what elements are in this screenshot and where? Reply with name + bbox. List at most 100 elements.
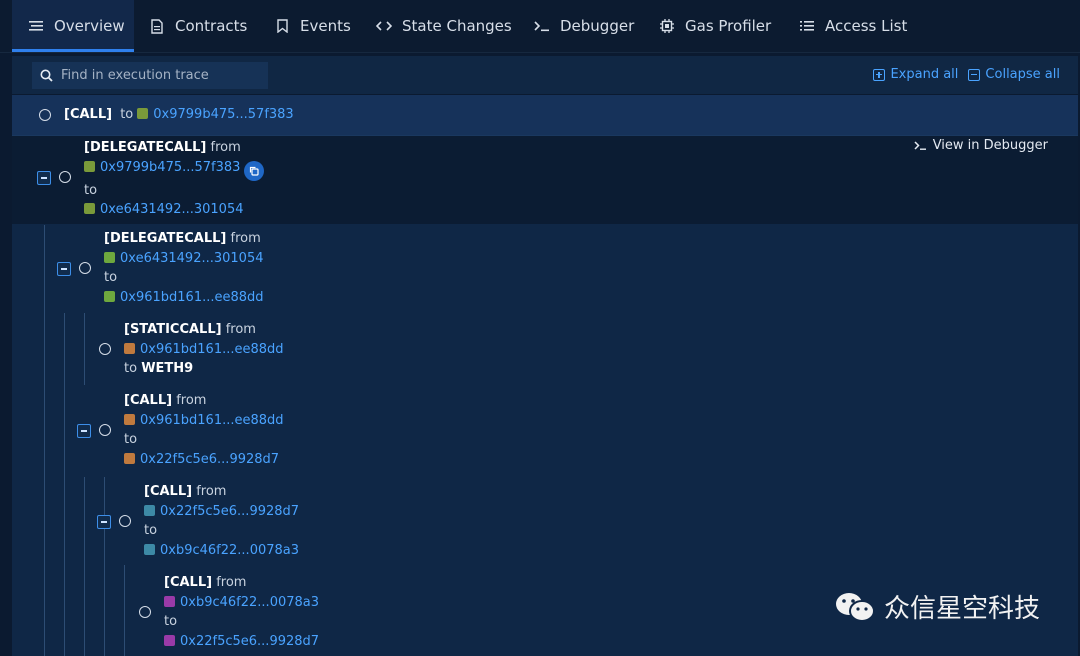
address-identicon (144, 504, 155, 516)
tab-contracts[interactable]: Contracts (149, 0, 247, 52)
node-circle-icon[interactable] (99, 424, 111, 436)
tab-label: Contracts (175, 17, 248, 35)
to-label: to (84, 182, 98, 198)
address-identicon (137, 108, 149, 119)
to-address[interactable]: 0x22f5c5e6...9928d7 (180, 634, 319, 649)
tab-debugger[interactable]: Debugger (534, 0, 634, 52)
tab-events[interactable]: Events (274, 0, 351, 52)
address-identicon (84, 203, 95, 214)
collapse-toggle-icon[interactable] (77, 424, 91, 438)
bookmark-icon (274, 18, 290, 34)
view-in-debugger-label: View in Debugger (932, 138, 1048, 153)
tab-label: State Changes (402, 17, 512, 35)
call-kind: [CALL] (164, 575, 213, 590)
watermark-text: 众信星空科技 (884, 594, 1041, 624)
tree-guide-line (44, 225, 45, 656)
list-icon (28, 18, 44, 34)
tab-state-changes[interactable]: State Changes (376, 0, 512, 52)
from-label: from (196, 484, 227, 499)
terminal-icon (534, 18, 550, 34)
copy-icon (250, 166, 260, 176)
trace-node[interactable]: [DELEGATECALL] from 0xe6431492...301054 … (104, 229, 264, 307)
watermark: 众信星空科技 (834, 588, 1040, 625)
expand-all-label: Expand all (890, 67, 959, 82)
trace-node[interactable]: [CALL] from 0x961bd161...ee88dd to 0x22f… (124, 391, 284, 469)
collapse-toggle-icon[interactable] (57, 262, 71, 276)
from-label: from (216, 575, 247, 590)
tab-gas-profiler[interactable]: Gas Profiler (659, 0, 771, 52)
collapse-toggle-icon[interactable] (97, 515, 111, 529)
trace-node[interactable]: [CALL] from 0x22f5c5e6...9928d7 to 0xb9c… (144, 482, 299, 560)
code-icon (376, 18, 392, 34)
tab-label: Debugger (560, 17, 635, 35)
to-label: to (124, 432, 138, 447)
address-identicon (144, 543, 155, 555)
from-label: from (230, 231, 261, 246)
tab-access-list[interactable]: Access List (799, 0, 907, 52)
expand-collapse-tools: Expand all Collapse all (873, 67, 1060, 82)
to-label: to (164, 614, 178, 629)
tab-overview[interactable]: Overview (12, 0, 134, 52)
from-address[interactable]: 0x9799b475...57f383 (100, 160, 240, 175)
terminal-icon (914, 140, 926, 150)
trace-node[interactable]: [CALL] to 0x9799b475...57f383 (64, 105, 294, 125)
from-address[interactable]: 0xb9c46f22...0078a3 (180, 595, 319, 610)
node-circle-icon[interactable] (59, 171, 71, 183)
tab-label: Overview (54, 17, 125, 35)
node-circle-icon[interactable] (99, 343, 111, 355)
minus-square-icon (968, 68, 981, 81)
from-address[interactable]: 0x961bd161...ee88dd (140, 413, 284, 428)
collapse-toggle-icon[interactable] (37, 171, 51, 185)
tree-guide-line (84, 477, 85, 656)
address-identicon (164, 595, 175, 607)
trace-toolbar: Expand all Collapse all (12, 56, 1078, 94)
to-address[interactable]: 0xe6431492...301054 (100, 202, 243, 217)
from-label: from (225, 322, 256, 337)
expand-all-button[interactable]: Expand all (873, 67, 958, 82)
from-address[interactable]: 0xe6431492...301054 (120, 251, 263, 266)
trace-node[interactable]: [CALL] from 0xb9c46f22...0078a3 to 0x22f… (164, 573, 319, 651)
list-bullets-icon (799, 18, 815, 34)
tab-label: Access List (825, 17, 908, 35)
collapse-all-label: Collapse all (985, 67, 1060, 82)
trace-node[interactable]: [STATICCALL] from 0x961bd161...ee88dd to… (124, 320, 284, 379)
document-icon (149, 18, 165, 34)
wechat-icon (836, 592, 875, 622)
address-identicon (104, 251, 115, 263)
tree-guide-line (124, 565, 125, 656)
node-circle-icon[interactable] (139, 606, 151, 618)
node-circle-icon[interactable] (79, 262, 91, 274)
node-circle-icon[interactable] (39, 109, 51, 121)
call-kind: [CALL] (144, 484, 193, 499)
address-identicon (124, 413, 135, 425)
to-address[interactable]: 0x961bd161...ee88dd (120, 290, 264, 305)
from-address[interactable]: 0x961bd161...ee88dd (140, 342, 284, 357)
from-address[interactable]: 0x22f5c5e6...9928d7 (160, 504, 299, 519)
tree-guide-line (64, 313, 65, 656)
copy-button[interactable] (244, 160, 265, 181)
trace-node[interactable]: [DELEGATECALL] from 0x9799b475...57f383 … (84, 138, 265, 220)
tab-bar: Overview Contracts Events State Changes … (0, 0, 1080, 53)
to-address[interactable]: 0xb9c46f22...0078a3 (160, 543, 299, 558)
to-label: to (104, 270, 118, 285)
to-address[interactable]: 0x9799b475...57f383 (153, 107, 293, 122)
from-label: from (210, 140, 241, 155)
search-input[interactable] (61, 68, 261, 83)
collapse-all-button[interactable]: Collapse all (968, 67, 1060, 82)
call-kind: [DELEGATECALL] (84, 140, 207, 155)
address-identicon (84, 160, 95, 172)
address-identicon (124, 342, 135, 354)
call-kind: [DELEGATECALL] (104, 231, 227, 246)
node-circle-icon[interactable] (119, 515, 131, 527)
view-in-debugger-button[interactable]: View in Debugger (914, 138, 1048, 153)
to-label: to (120, 107, 134, 122)
search-box (32, 62, 268, 89)
to-contract-name[interactable]: WETH9 (141, 361, 193, 376)
tab-label: Events (300, 17, 351, 35)
to-label: to (144, 523, 158, 538)
address-identicon (124, 452, 135, 464)
plus-square-icon (873, 68, 886, 81)
address-identicon (164, 634, 175, 646)
to-address[interactable]: 0x22f5c5e6...9928d7 (140, 452, 279, 467)
call-kind: [STATICCALL] (124, 322, 222, 337)
